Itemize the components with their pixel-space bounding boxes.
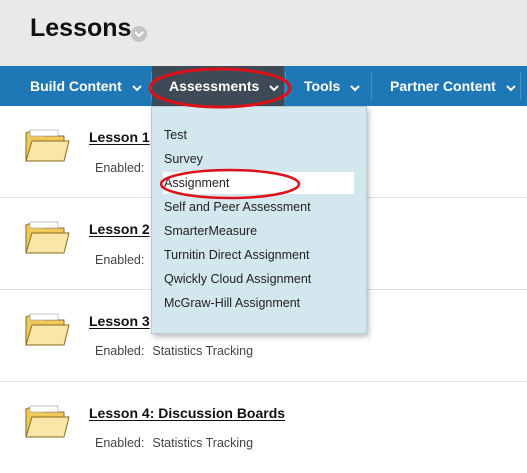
chevron-down-icon	[350, 67, 360, 107]
page-header: Lessons	[0, 0, 527, 66]
menu-item-mcgraw-hill-assignment[interactable]: McGraw-Hill Assignment	[164, 292, 300, 314]
menu-item-assignment[interactable]: Assignment	[163, 172, 354, 194]
menu-item-smartermeasure[interactable]: SmarterMeasure	[164, 220, 257, 242]
chevron-down-icon	[269, 67, 279, 107]
nav-label: Partner Content	[390, 78, 496, 94]
menu-item-turnitin-direct-assignment[interactable]: Turnitin Direct Assignment	[164, 244, 309, 266]
chevron-down-icon	[505, 67, 516, 107]
enabled-status: Enabled: Statistics Tracking	[95, 436, 253, 450]
folder-icon	[25, 129, 70, 162]
folder-icon	[25, 405, 70, 438]
lesson-title-link[interactable]: Lesson 3	[89, 313, 150, 329]
folder-icon	[25, 221, 70, 254]
menu-item-self-peer-assessment[interactable]: Self and Peer Assessment	[164, 196, 311, 218]
build-content-menu[interactable]: Build Content	[30, 66, 142, 106]
assessments-dropdown: Test Survey Assignment Self and Peer Ass…	[151, 106, 367, 334]
page-title: Lessons	[30, 14, 132, 42]
enabled-status: Enabled: Statistics Tracking	[95, 344, 253, 358]
menu-item-qwickly-cloud-assignment[interactable]: Qwickly Cloud Assignment	[164, 268, 311, 290]
menu-item-survey[interactable]: Survey	[164, 148, 203, 170]
enabled-label: Enabled:	[95, 161, 145, 175]
list-item: Lesson 4: Discussion Boards Enabled: Stat…	[0, 382, 527, 473]
menu-item-test[interactable]: Test	[164, 124, 187, 146]
nav-label: Assessments	[169, 78, 260, 94]
nav-divider	[520, 72, 521, 100]
folder-icon	[25, 313, 70, 346]
nav-divider	[371, 72, 372, 100]
tools-menu[interactable]: Tools	[304, 66, 360, 106]
enabled-value: Statistics Tracking	[152, 436, 254, 450]
lesson-title-link[interactable]: Lesson 4: Discussion Boards	[89, 405, 285, 421]
enabled-label: Enabled:	[95, 436, 145, 450]
chevron-down-icon	[131, 67, 142, 107]
enabled-value: Statistics Tracking	[152, 344, 254, 358]
course-menu-bar: Build Content Assessments Tools Partner …	[0, 66, 527, 106]
nav-label: Build Content	[30, 78, 122, 94]
nav-divider	[285, 72, 286, 100]
enabled-status: Enabled:	[95, 161, 152, 175]
nav-label: Tools	[304, 78, 341, 94]
enabled-status: Enabled:	[95, 253, 152, 267]
assessments-menu[interactable]: Assessments	[152, 66, 284, 106]
partner-content-menu[interactable]: Partner Content	[390, 66, 516, 106]
lesson-title-link[interactable]: Lesson 2	[89, 221, 150, 237]
enabled-label: Enabled:	[95, 253, 145, 267]
lesson-title-link[interactable]: Lesson 1	[89, 129, 150, 145]
enabled-label: Enabled:	[95, 344, 145, 358]
title-chevron-down-icon[interactable]	[131, 26, 147, 42]
